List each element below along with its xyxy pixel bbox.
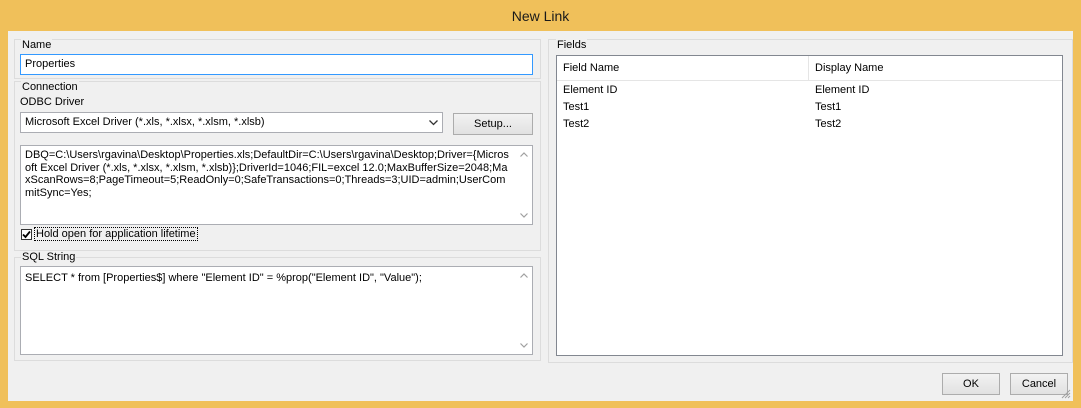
hold-open-checkbox[interactable] xyxy=(21,228,32,240)
hold-open-checkbox-row[interactable]: Hold open for application lifetime xyxy=(21,227,198,241)
window-title: New Link xyxy=(511,7,570,24)
sql-string-scrollbar[interactable] xyxy=(515,267,532,354)
sql-string-text: SELECT * from [Properties$] where "Eleme… xyxy=(25,272,422,284)
resize-grip-icon[interactable] xyxy=(1061,389,1071,399)
connection-label: Connection xyxy=(21,81,79,94)
fields-label: Fields xyxy=(556,39,588,52)
cancel-button[interactable]: Cancel xyxy=(1010,373,1068,395)
scroll-up-icon[interactable] xyxy=(515,146,532,163)
display-name-cell: Element ID xyxy=(815,84,870,96)
column-header-field-name[interactable]: Field Name xyxy=(557,56,809,80)
hold-open-label[interactable]: Hold open for application lifetime xyxy=(34,227,198,241)
display-name-cell: Test1 xyxy=(815,101,842,113)
title-bar: New Link xyxy=(0,0,1081,31)
display-name-cell: Test2 xyxy=(815,118,842,130)
table-row[interactable]: Test2 Test2 xyxy=(557,116,1062,133)
scroll-down-icon[interactable] xyxy=(515,337,532,354)
field-name-cell: Test2 xyxy=(563,118,590,130)
table-row[interactable]: Element ID Element ID xyxy=(557,82,1062,99)
table-row[interactable]: Test1 Test1 xyxy=(557,99,1062,116)
dialog-body: Name Properties Connection ODBC Driver M… xyxy=(8,31,1073,401)
fields-list[interactable]: Field Name Display Name Element ID Eleme… xyxy=(556,55,1063,356)
sql-string-textarea[interactable]: SELECT * from [Properties$] where "Eleme… xyxy=(20,266,533,355)
connection-string-scrollbar[interactable] xyxy=(515,146,532,224)
sql-string-label: SQL String xyxy=(21,251,77,264)
column-header-display-name[interactable]: Display Name xyxy=(809,56,883,80)
field-name-cell: Test1 xyxy=(563,101,590,113)
name-input[interactable]: Properties xyxy=(20,54,533,75)
name-label: Name xyxy=(21,39,53,52)
scroll-down-icon[interactable] xyxy=(515,207,532,224)
odbc-driver-label: ODBC Driver xyxy=(20,96,85,108)
connection-string-textarea[interactable]: DBQ=C:\Users\rgavina\Desktop\Properties.… xyxy=(20,145,533,225)
ok-button[interactable]: OK xyxy=(942,373,1000,395)
field-name-cell: Element ID xyxy=(563,84,618,96)
odbc-driver-value: Microsoft Excel Driver (*.xls, *.xlsx, *… xyxy=(25,116,265,128)
connection-string-text: DBQ=C:\Users\rgavina\Desktop\Properties.… xyxy=(25,149,509,199)
scroll-up-icon[interactable] xyxy=(515,267,532,284)
setup-button[interactable]: Setup... xyxy=(453,113,533,135)
chevron-down-icon[interactable] xyxy=(427,113,439,132)
odbc-driver-select[interactable]: Microsoft Excel Driver (*.xls, *.xlsx, *… xyxy=(20,112,443,133)
fields-list-header: Field Name Display Name xyxy=(557,56,1062,81)
